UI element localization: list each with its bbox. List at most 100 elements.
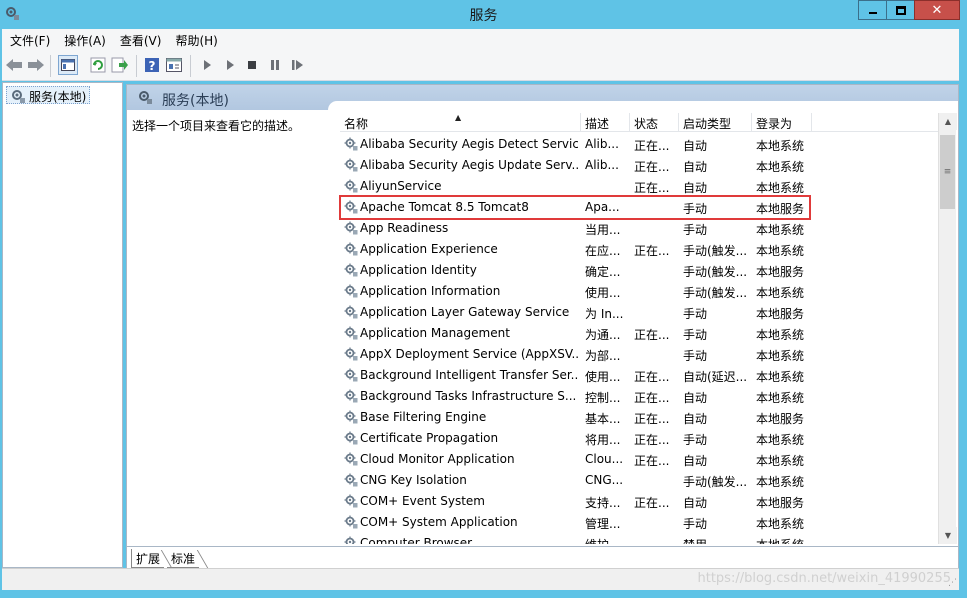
start-service-icon[interactable] <box>198 56 216 74</box>
column-header-status[interactable]: 状态 <box>630 113 679 132</box>
pane-title: 服务(本地) <box>162 93 229 109</box>
service-logon-as: 本地系统 <box>756 349 805 363</box>
resize-grip-icon[interactable]: ⋰ <box>948 578 957 588</box>
table-row[interactable]: Background Tasks Infrastructure S... 控制..… <box>340 386 941 407</box>
table-row[interactable]: Application Information 使用... 手动(触发... 本地系统 <box>340 281 941 302</box>
properties-icon[interactable] <box>165 56 183 74</box>
service-name: Certificate Propagation <box>360 431 499 445</box>
table-row[interactable]: Certificate Propagation 将用... 正在... 手动 本地系统 <box>340 428 941 449</box>
title-bar[interactable]: 服务 ✕ <box>0 0 967 28</box>
table-row[interactable]: Apache Tomcat 8.5 Tomcat8 Apa... 手动 本地服务 <box>340 197 941 218</box>
service-status: 正在... <box>634 433 670 447</box>
toolbar-separator <box>136 55 137 77</box>
service-name: Alibaba Security Aegis Update Serv... <box>360 158 578 172</box>
service-logon-as: 本地系统 <box>756 286 805 300</box>
stop-service-icon[interactable] <box>243 56 261 74</box>
service-status: 正在... <box>634 160 670 174</box>
service-description: 管理... <box>585 517 621 531</box>
table-row[interactable]: Cloud Monitor Application Clou... 正在... 自动 本… <box>340 449 941 470</box>
service-startup-type: 手动 <box>683 349 708 363</box>
table-row[interactable]: Background Intelligent Transfer Ser... 使用… <box>340 365 941 386</box>
service-name: Cloud Monitor Application <box>360 452 515 466</box>
table-row[interactable]: Alibaba Security Aegis Detect Service Ali… <box>340 134 941 155</box>
service-description: 当用... <box>585 223 621 237</box>
service-name: Application Management <box>360 326 510 340</box>
services-table: 名称 ▲ 描述 状态 启动类型 登录为 Alibaba Security Aeg… <box>340 113 941 544</box>
scrollbar-thumb[interactable]: ≡ <box>940 135 955 209</box>
service-startup-type: 自动 <box>683 181 708 195</box>
table-row[interactable]: AppX Deployment Service (AppXSV... 为部... 手… <box>340 344 941 365</box>
help-icon[interactable]: ? <box>143 56 161 74</box>
service-name: Background Intelligent Transfer Ser... <box>360 368 578 382</box>
table-row[interactable]: Application Layer Gateway Service 为 In...… <box>340 302 941 323</box>
tree-item-services-local[interactable]: 服务(本地) <box>6 86 91 104</box>
pause-service-icon[interactable] <box>266 56 284 74</box>
service-status: 正在... <box>634 370 670 384</box>
service-name: COM+ Event System <box>360 494 485 508</box>
vertical-scrollbar[interactable]: ▲ ≡ ▼ <box>938 113 957 544</box>
service-logon-as: 本地系统 <box>756 391 805 405</box>
restart-service-icon[interactable] <box>289 56 307 74</box>
scroll-down-icon[interactable]: ▼ <box>939 527 957 544</box>
table-row[interactable]: Base Filtering Engine 基本... 正在... 自动 本地服务 <box>340 407 941 428</box>
menu-file[interactable]: 文件(F) <box>10 32 50 49</box>
service-status: 正在... <box>634 244 670 258</box>
refresh-icon[interactable] <box>89 56 107 74</box>
minimize-button[interactable] <box>858 0 886 20</box>
menu-bar: 文件(F) 操作(A) 查看(V) 帮助(H) <box>2 29 959 51</box>
services-pane: 服务(本地) 选择一个项目来查看它的描述。 名称 ▲ 描述 状态 启动类型 登录… <box>126 84 959 568</box>
table-row[interactable]: App Readiness 当用... 手动 本地系统 <box>340 218 941 239</box>
service-gear-icon <box>344 158 358 175</box>
service-name: COM+ System Application <box>360 515 518 529</box>
service-status: 正在... <box>634 391 670 405</box>
service-name: AppX Deployment Service (AppXSV... <box>360 347 578 361</box>
forward-arrow-icon[interactable] <box>27 56 45 74</box>
maximize-icon <box>895 5 906 15</box>
service-description: 控制... <box>585 391 621 405</box>
table-row[interactable]: Application Management 为通... 正在... 手动 本地系统 <box>340 323 941 344</box>
service-logon-as: 本地系统 <box>756 244 805 258</box>
menu-action[interactable]: 操作(A) <box>64 32 106 49</box>
menu-help[interactable]: 帮助(H) <box>175 32 217 49</box>
table-row[interactable]: Computer Browser 维护... 禁用本地系统 <box>340 533 941 544</box>
service-name: Base Filtering Engine <box>360 410 487 424</box>
service-logon-as: 本地系统 <box>756 328 805 342</box>
table-row[interactable]: Application Identity 确定... 手动(触发... 本地服务 <box>340 260 941 281</box>
service-logon-as: 本地系统 <box>756 160 805 174</box>
svg-text:?: ? <box>149 59 156 73</box>
service-logon-as: 本地服务 <box>756 202 805 216</box>
column-header-logon-as[interactable]: 登录为 <box>752 113 812 132</box>
service-description: 将用... <box>585 433 621 447</box>
service-startup-type: 手动 <box>683 223 708 237</box>
start-service-alt-icon[interactable] <box>221 56 239 74</box>
table-row[interactable]: CNG Key Isolation CNG... 手动(触发... 本地系统 <box>340 470 941 491</box>
service-startup-type: 手动 <box>683 517 708 531</box>
table-row[interactable]: Application Experience 在应... 正在... 手动(触发...… <box>340 239 941 260</box>
service-status: 正在... <box>634 181 670 195</box>
service-logon-as: 本地系统 <box>756 433 805 447</box>
service-logon-as: 本地系统 <box>756 475 805 489</box>
column-header-name[interactable]: 名称 ▲ <box>340 113 581 132</box>
service-logon-as: 本地系统 <box>756 370 805 384</box>
pane-header: 服务(本地) <box>127 85 958 110</box>
table-row[interactable]: COM+ Event System 支持... 正在... 自动 本地服务 <box>340 491 941 512</box>
menu-view[interactable]: 查看(V) <box>120 32 162 49</box>
back-arrow-icon[interactable] <box>5 56 23 74</box>
service-name: Alibaba Security Aegis Detect Service <box>360 137 578 151</box>
table-header: 名称 ▲ 描述 状态 启动类型 登录为 <box>340 113 941 132</box>
maximize-button[interactable] <box>886 0 914 20</box>
table-row[interactable]: Alibaba Security Aegis Update Serv... Ali… <box>340 155 941 176</box>
scroll-up-icon[interactable]: ▲ <box>939 113 957 130</box>
service-status: 正在... <box>634 139 670 153</box>
column-header-startup-type[interactable]: 启动类型 <box>679 113 752 132</box>
service-logon-as: 本地服务 <box>756 412 805 426</box>
close-button[interactable]: ✕ <box>914 0 960 20</box>
service-name: Computer Browser <box>360 536 473 544</box>
table-row[interactable]: AliyunService 正在... 自动 本地系统 <box>340 176 941 197</box>
column-header-description[interactable]: 描述 <box>581 113 630 132</box>
export-list-icon[interactable] <box>111 56 129 74</box>
service-description: 为部... <box>585 349 621 363</box>
service-description: CNG... <box>585 473 624 487</box>
table-row[interactable]: COM+ System Application 管理... 手动 本地系统 <box>340 512 941 533</box>
show-tree-icon[interactable] <box>58 55 78 75</box>
